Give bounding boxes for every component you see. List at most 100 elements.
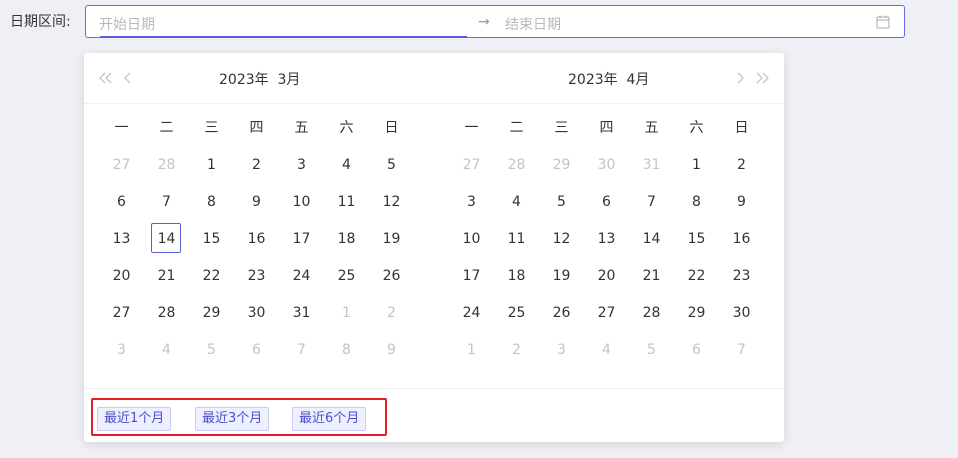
start-date-input[interactable]: 开始日期 <box>99 14 155 34</box>
date-cell[interactable]: 30 <box>719 304 764 322</box>
chevron-right-icon[interactable] <box>730 68 750 88</box>
date-cell[interactable]: 28 <box>494 156 539 174</box>
date-cell[interactable]: 1 <box>449 341 494 359</box>
date-cell[interactable]: 4 <box>324 156 369 174</box>
date-cell[interactable]: 31 <box>279 304 324 322</box>
calendar-icon[interactable] <box>876 15 890 29</box>
date-cell[interactable]: 5 <box>539 193 584 211</box>
date-cell[interactable]: 6 <box>674 341 719 359</box>
date-cell[interactable]: 24 <box>279 267 324 285</box>
date-cell[interactable]: 3 <box>539 341 584 359</box>
date-cell[interactable]: 30 <box>234 304 279 322</box>
date-cell[interactable]: 2 <box>494 341 539 359</box>
date-cell[interactable]: 1 <box>324 304 369 322</box>
chevron-left-icon[interactable] <box>118 68 138 88</box>
date-cell[interactable]: 20 <box>584 267 629 285</box>
date-cell[interactable]: 10 <box>279 193 324 211</box>
date-cell[interactable]: 26 <box>539 304 584 322</box>
double-chevron-left-icon[interactable] <box>96 68 116 88</box>
date-cell[interactable]: 24 <box>449 304 494 322</box>
end-date-input[interactable]: 结束日期 <box>505 14 561 34</box>
date-cell[interactable]: 19 <box>539 267 584 285</box>
left-calendar: 一二三四五六日 27 28 1 2 3 4 5 6 7 8 9 10 11 12 13 14 15 16 17 18 19… <box>99 119 414 359</box>
date-cell[interactable]: 29 <box>539 156 584 174</box>
week-row: 27 28 29 30 31 1 2 <box>449 156 764 174</box>
date-cell[interactable]: 6 <box>234 341 279 359</box>
date-cell[interactable]: 12 <box>539 230 584 248</box>
date-cell[interactable]: 15 <box>189 230 234 248</box>
date-cell[interactable]: 3 <box>279 156 324 174</box>
date-cell[interactable]: 13 <box>584 230 629 248</box>
date-cell[interactable]: 20 <box>99 267 144 285</box>
date-cell[interactable]: 18 <box>324 230 369 248</box>
date-cell[interactable]: 22 <box>674 267 719 285</box>
date-cell-today[interactable]: 14 <box>144 223 189 253</box>
date-cell[interactable]: 12 <box>369 193 414 211</box>
date-cell[interactable]: 11 <box>494 230 539 248</box>
date-cell[interactable]: 17 <box>279 230 324 248</box>
date-cell[interactable]: 11 <box>324 193 369 211</box>
date-cell[interactable]: 26 <box>369 267 414 285</box>
date-cell[interactable]: 21 <box>144 267 189 285</box>
date-cell[interactable]: 29 <box>674 304 719 322</box>
date-cell[interactable]: 6 <box>99 193 144 211</box>
date-cell[interactable]: 23 <box>234 267 279 285</box>
date-cell[interactable]: 17 <box>449 267 494 285</box>
date-cell[interactable]: 27 <box>584 304 629 322</box>
date-cell[interactable]: 21 <box>629 267 674 285</box>
week-row: 27 28 1 2 3 4 5 <box>99 156 414 174</box>
date-cell[interactable]: 22 <box>189 267 234 285</box>
date-cell[interactable]: 1 <box>189 156 234 174</box>
date-cell[interactable]: 9 <box>234 193 279 211</box>
preset-last-3-months-button[interactable]: 最近3个月 <box>195 407 270 431</box>
date-cell[interactable]: 7 <box>719 341 764 359</box>
date-cell[interactable]: 27 <box>449 156 494 174</box>
date-cell[interactable]: 27 <box>99 156 144 174</box>
double-chevron-right-icon[interactable] <box>752 68 772 88</box>
date-cell[interactable]: 14 <box>629 230 674 248</box>
right-month-title[interactable]: 2023年 4月 <box>568 69 649 89</box>
date-cell[interactable]: 3 <box>99 341 144 359</box>
date-cell[interactable]: 16 <box>234 230 279 248</box>
date-cell[interactable]: 25 <box>324 267 369 285</box>
date-cell[interactable]: 16 <box>719 230 764 248</box>
date-cell[interactable]: 2 <box>719 156 764 174</box>
date-cell[interactable]: 2 <box>234 156 279 174</box>
preset-last-6-months-button[interactable]: 最近6个月 <box>292 407 367 431</box>
date-cell[interactable]: 6 <box>584 193 629 211</box>
date-cell[interactable]: 8 <box>674 193 719 211</box>
date-cell[interactable]: 8 <box>189 193 234 211</box>
date-cell[interactable]: 9 <box>369 341 414 359</box>
date-cell[interactable]: 5 <box>629 341 674 359</box>
date-cell[interactable]: 8 <box>324 341 369 359</box>
date-cell[interactable]: 28 <box>144 156 189 174</box>
date-cell[interactable]: 18 <box>494 267 539 285</box>
date-cell[interactable]: 30 <box>584 156 629 174</box>
date-cell[interactable]: 4 <box>144 341 189 359</box>
date-range-input[interactable]: 开始日期 → 结束日期 <box>85 5 905 38</box>
date-cell[interactable]: 9 <box>719 193 764 211</box>
date-cell[interactable]: 13 <box>99 230 144 248</box>
date-cell[interactable]: 5 <box>189 341 234 359</box>
date-cell[interactable]: 1 <box>674 156 719 174</box>
date-cell[interactable]: 15 <box>674 230 719 248</box>
preset-last-1-month-button[interactable]: 最近1个月 <box>97 407 172 431</box>
date-cell[interactable]: 2 <box>369 304 414 322</box>
date-cell[interactable]: 4 <box>494 193 539 211</box>
date-cell[interactable]: 28 <box>629 304 674 322</box>
date-cell[interactable]: 5 <box>369 156 414 174</box>
date-cell[interactable]: 27 <box>99 304 144 322</box>
date-cell[interactable]: 7 <box>629 193 674 211</box>
date-cell[interactable]: 28 <box>144 304 189 322</box>
date-cell[interactable]: 23 <box>719 267 764 285</box>
date-cell[interactable]: 3 <box>449 193 494 211</box>
date-cell[interactable]: 25 <box>494 304 539 322</box>
date-cell[interactable]: 7 <box>279 341 324 359</box>
date-cell[interactable]: 4 <box>584 341 629 359</box>
date-cell[interactable]: 19 <box>369 230 414 248</box>
date-cell[interactable]: 31 <box>629 156 674 174</box>
left-month-title[interactable]: 2023年 3月 <box>219 69 300 89</box>
date-cell[interactable]: 29 <box>189 304 234 322</box>
date-cell[interactable]: 10 <box>449 230 494 248</box>
date-cell[interactable]: 7 <box>144 193 189 211</box>
